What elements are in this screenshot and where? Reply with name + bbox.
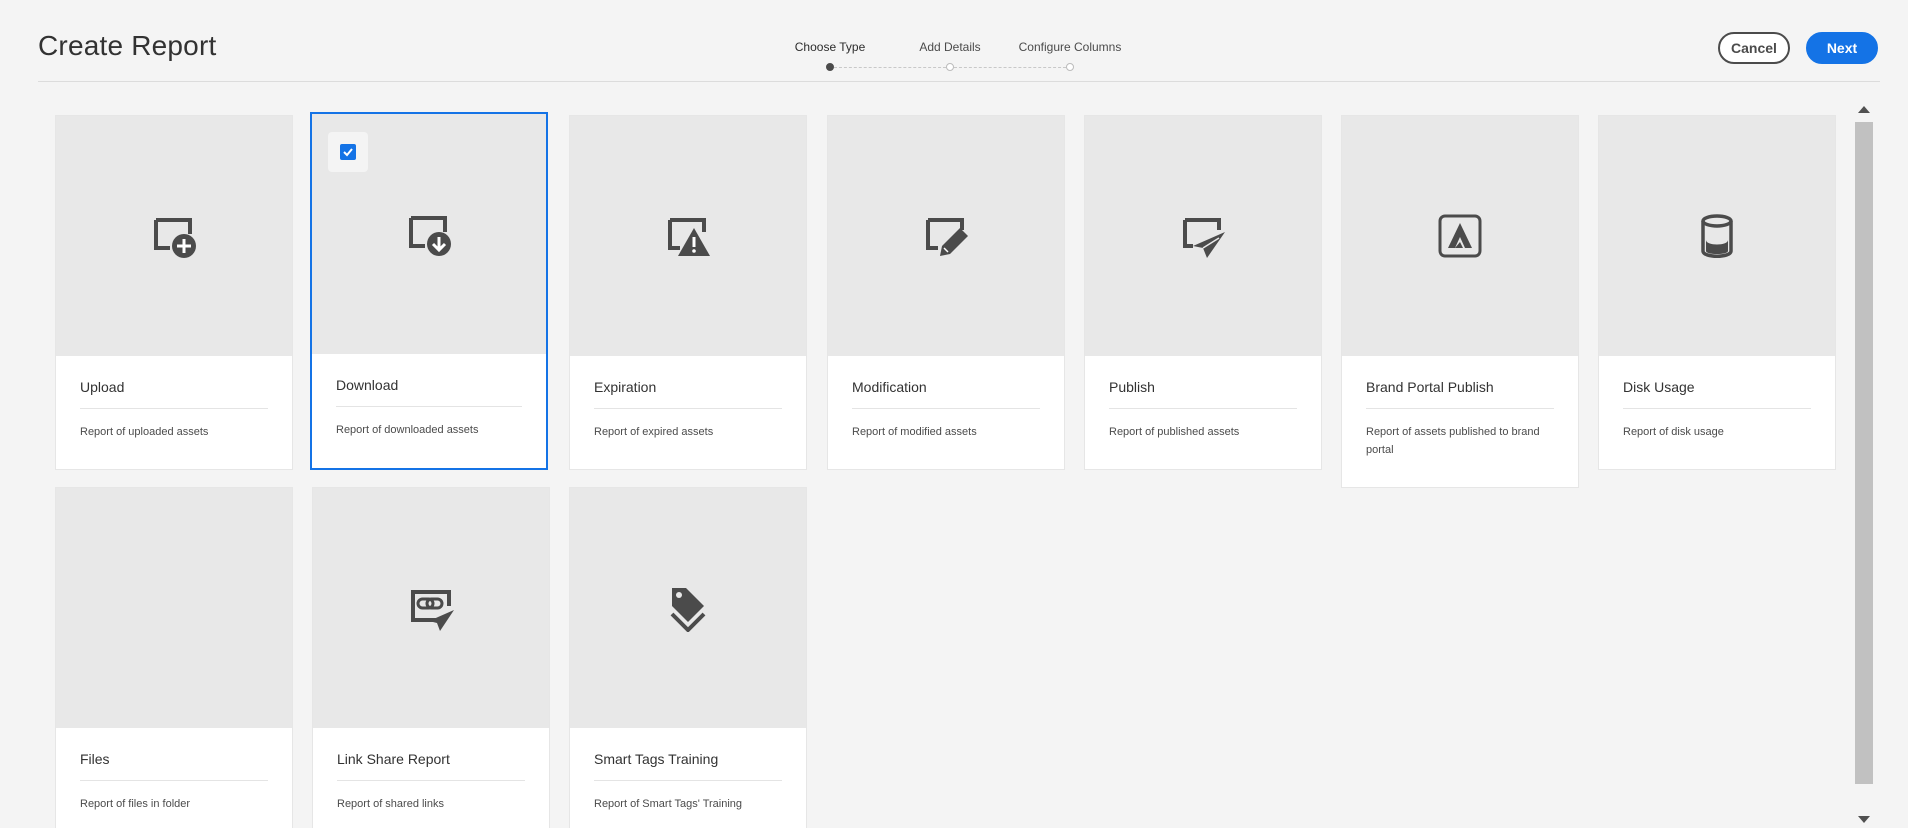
card-description: Report of uploaded assets (80, 426, 209, 438)
step-configure-columns[interactable]: Configure Columns (1019, 40, 1122, 54)
report-card-smart-tags-training[interactable]: Smart Tags Training Report of Smart Tags… (569, 487, 807, 828)
card-divider (1109, 408, 1297, 409)
report-card-files[interactable]: Files Report of files in folder (55, 487, 293, 828)
report-card-modification[interactable]: Modification Report of modified assets (827, 115, 1065, 470)
report-card-download[interactable]: Download Report of downloaded assets (310, 112, 548, 470)
page-title: Create Report (38, 30, 217, 61)
cancel-button[interactable]: Cancel (1718, 32, 1790, 64)
card-description: Report of modified assets (852, 426, 977, 438)
card-thumbnail (56, 488, 292, 728)
card-thumbnail (570, 116, 806, 356)
card-divider (337, 780, 525, 781)
select-checkbox[interactable] (340, 144, 356, 160)
step-indicator-active (826, 63, 834, 71)
card-title: Files (80, 751, 110, 767)
card-title: Download (336, 377, 399, 393)
expiration-report-icon (664, 212, 712, 260)
card-description: Report of shared links (337, 798, 444, 810)
card-divider (80, 408, 268, 409)
card-title: Disk Usage (1623, 379, 1695, 395)
vertical-scrollbar[interactable] (1853, 100, 1875, 828)
page-header: Create Report Choose Type Add Details Co… (0, 0, 1908, 82)
scroll-down-arrow-icon[interactable] (1858, 816, 1870, 823)
checkmark-icon (343, 148, 353, 157)
step-choose-type[interactable]: Choose Type (795, 40, 866, 54)
publish-report-icon (1179, 212, 1227, 260)
card-thumbnail (56, 116, 292, 356)
card-title: Smart Tags Training (594, 751, 719, 767)
card-thumbnail (1599, 116, 1835, 356)
card-description: Report of expired assets (594, 426, 714, 438)
wizard-stepper: Choose Type Add Details Configure Column… (790, 40, 1122, 72)
disk-usage-icon (1693, 212, 1741, 260)
card-description: Report of downloaded assets (336, 424, 479, 436)
card-description: Report of files in folder (80, 798, 191, 810)
download-report-icon (405, 210, 453, 258)
card-thumbnail (1342, 116, 1578, 356)
card-thumbnail (828, 116, 1064, 356)
card-divider (852, 408, 1040, 409)
card-divider (336, 406, 522, 407)
card-title: Expiration (594, 379, 657, 395)
card-title: Brand Portal Publish (1366, 379, 1494, 395)
card-thumbnail (1085, 116, 1321, 356)
step-add-details[interactable]: Add Details (919, 40, 980, 54)
card-divider (1623, 408, 1811, 409)
card-title: Modification (852, 379, 927, 395)
card-description: Report of published assets (1109, 426, 1240, 438)
step-connector (954, 67, 1066, 68)
step-indicator (1066, 63, 1074, 71)
report-card-link-share[interactable]: Link Share Report Report of shared links (312, 487, 550, 828)
report-type-grid: Upload Report of uploaded assets Downloa… (0, 82, 1908, 828)
brand-portal-icon (1436, 212, 1484, 260)
report-card-upload[interactable]: Upload Report of uploaded assets (55, 115, 293, 470)
card-description: Report of disk usage (1623, 426, 1724, 438)
report-card-expiration[interactable]: Expiration Report of expired assets (569, 115, 807, 470)
report-card-brand-portal-publish[interactable]: Brand Portal Publish Report of assets pu… (1341, 115, 1579, 488)
report-card-publish[interactable]: Publish Report of published assets (1084, 115, 1322, 470)
card-thumbnail (570, 488, 806, 728)
smart-tags-icon (664, 584, 712, 632)
select-checkbox-wrapper[interactable] (328, 132, 368, 172)
card-title: Link Share Report (337, 751, 450, 767)
next-button[interactable]: Next (1806, 32, 1878, 64)
scroll-up-arrow-icon[interactable] (1858, 106, 1870, 113)
card-divider (594, 408, 782, 409)
card-divider (1366, 408, 1554, 409)
card-title: Upload (80, 379, 125, 395)
card-divider (594, 780, 782, 781)
step-indicator (946, 63, 954, 71)
card-title: Publish (1109, 379, 1155, 395)
report-card-disk-usage[interactable]: Disk Usage Report of disk usage (1598, 115, 1836, 470)
card-thumbnail (312, 114, 546, 354)
link-share-icon (407, 584, 455, 632)
step-connector (834, 67, 946, 68)
scrollbar-thumb[interactable] (1855, 122, 1873, 784)
upload-report-icon (150, 212, 198, 260)
card-description: Report of assets published to brand port… (1366, 426, 1540, 456)
card-divider (80, 780, 268, 781)
card-thumbnail (313, 488, 549, 728)
card-description: Report of Smart Tags' Training (594, 798, 743, 810)
modification-report-icon (922, 212, 970, 260)
